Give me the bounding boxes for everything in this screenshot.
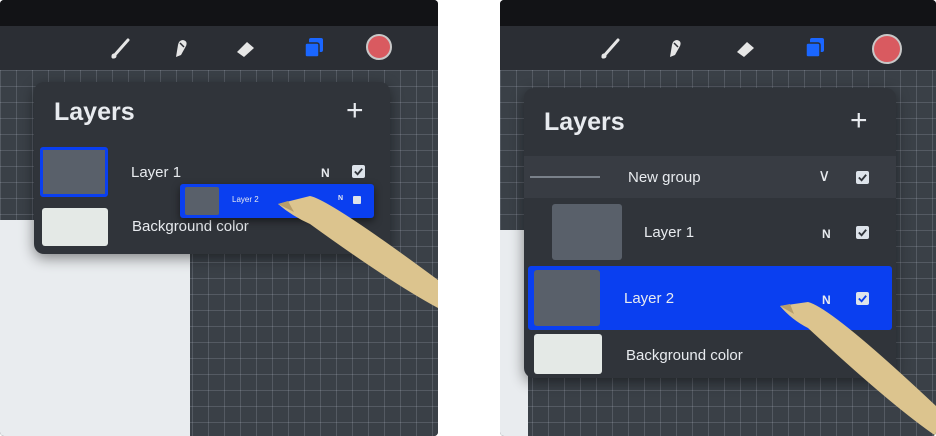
eraser-icon[interactable] — [733, 35, 759, 61]
layer-name: Background color — [626, 347, 743, 364]
top-toolbar — [0, 26, 438, 70]
eraser-icon[interactable] — [233, 35, 259, 61]
layer-group-row[interactable]: New group ∨ — [524, 156, 896, 198]
layers-icon[interactable] — [301, 35, 327, 61]
color-swatch[interactable] — [872, 34, 902, 64]
color-swatch[interactable] — [366, 34, 392, 60]
brush-icon[interactable] — [598, 35, 624, 61]
add-layer-button[interactable]: + — [850, 106, 868, 136]
layers-icon[interactable] — [802, 35, 828, 61]
visibility-checkbox[interactable] — [856, 171, 869, 184]
screenshot-after-grouping: Layers + New group ∨ Layer 1 N Layer 2 N — [500, 0, 936, 436]
screenshot-before-grouping: Layers + Layer 1 N Background color Laye… — [0, 0, 438, 436]
visibility-checkbox[interactable] — [352, 165, 365, 178]
blend-mode[interactable]: N — [822, 227, 831, 241]
add-layer-button[interactable]: + — [346, 96, 364, 126]
layer-thumbnail — [552, 204, 622, 260]
layer-name: Layer 2 — [624, 290, 675, 307]
background-thumbnail — [534, 334, 602, 374]
chevron-down-icon[interactable]: ∨ — [818, 166, 830, 186]
group-indicator-line — [530, 176, 600, 178]
layer-thumbnail — [185, 187, 219, 215]
smudge-icon[interactable] — [168, 35, 194, 61]
panel-title: Layers — [544, 108, 625, 136]
apple-pencil — [780, 302, 936, 436]
layer-name: Layer 2 — [232, 195, 259, 204]
brush-icon[interactable] — [108, 35, 134, 61]
group-name: New group — [628, 169, 701, 186]
apple-pencil — [278, 196, 438, 308]
layer-name: Layer 1 — [644, 224, 695, 241]
top-toolbar — [500, 26, 936, 70]
layer-name: Layer 1 — [131, 164, 182, 181]
visibility-checkbox[interactable] — [856, 226, 869, 239]
layer-thumbnail — [40, 147, 108, 197]
blend-mode[interactable]: N — [321, 166, 330, 180]
device-bezel — [0, 0, 438, 26]
smudge-icon[interactable] — [662, 35, 688, 61]
layer-row-layer-1[interactable]: Layer 1 N — [524, 200, 896, 264]
background-thumbnail — [42, 208, 108, 246]
layer-thumbnail — [534, 270, 600, 326]
layer-name: Background color — [132, 218, 249, 235]
device-bezel — [500, 0, 936, 26]
panel-title: Layers — [54, 98, 135, 126]
